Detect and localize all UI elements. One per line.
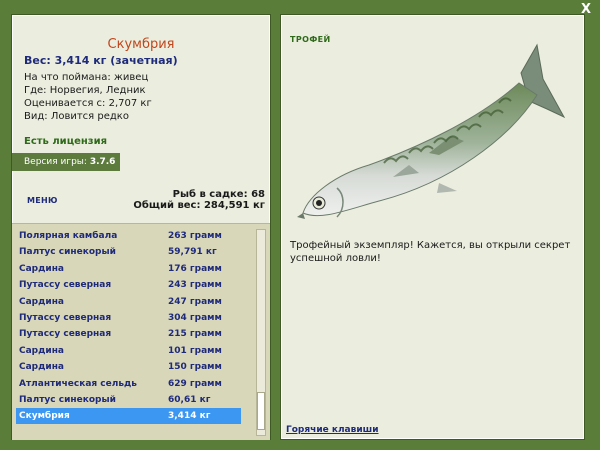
trophy-panel: ТРОФЕЙ Трофейный экземпляр! Кажется, вы … bbox=[280, 14, 585, 440]
menu-button[interactable]: МЕНЮ bbox=[27, 196, 58, 205]
fish-weight: Вес: 3,414 кг (зачетная) bbox=[24, 54, 178, 67]
catch-list-fish-name: Полярная камбала bbox=[19, 231, 118, 241]
species-info: Вид: Ловится редко bbox=[24, 111, 129, 122]
catch-list-fish-weight: 59,791 кг bbox=[168, 247, 217, 258]
catch-info-panel: Скумбрия Вес: 3,414 кг (зачетная) На что… bbox=[11, 14, 271, 440]
scrollbar-thumb[interactable] bbox=[257, 392, 265, 430]
catch-list-fish-weight: 215 грамм bbox=[168, 329, 222, 340]
catch-list-fish-name: Палтус синекорый bbox=[19, 395, 116, 405]
catch-list-fish-weight: 3,414 кг bbox=[168, 411, 211, 422]
version-label: Версия игры: bbox=[24, 157, 87, 167]
version-value: 3.7.6 bbox=[89, 157, 116, 167]
catch-list-row[interactable]: Путассу северная 215 грамм bbox=[16, 326, 241, 342]
mackerel-fish-image bbox=[297, 43, 566, 219]
scrollbar[interactable] bbox=[256, 229, 266, 436]
catch-list-fish-name: Скумбрия bbox=[19, 411, 70, 422]
catch-list-row[interactable]: Палтус синекорый 60,61 кг bbox=[16, 392, 241, 408]
catch-list-fish-weight: 247 грамм bbox=[168, 296, 222, 307]
catch-list-row[interactable]: Атлантическая сельдь 629 грамм bbox=[16, 376, 241, 392]
license-status: Есть лицензия bbox=[24, 136, 108, 147]
catch-list-row[interactable]: Полярная камбала 263 грамм bbox=[16, 228, 241, 244]
catch-list-fish-weight: 629 грамм bbox=[168, 378, 222, 389]
catch-list-fish-name: Сардина bbox=[19, 345, 64, 356]
catch-list-row[interactable]: Путассу северная 243 грамм bbox=[16, 277, 241, 293]
catch-list-row[interactable]: Сардина 101 грамм bbox=[16, 343, 241, 359]
trophy-message: Трофейный экземпляр! Кажется, вы открыли… bbox=[290, 240, 571, 264]
catch-list-fish-name: Сардина bbox=[19, 362, 64, 373]
catch-list-row[interactable]: Скумбрия 3,414 кг bbox=[16, 408, 241, 425]
catch-list-fish-name: Сардина bbox=[19, 263, 64, 274]
catch-list-fish-name: Путассу северная bbox=[19, 280, 112, 291]
catch-list[interactable]: Полярная камбала 263 грамм Палтус синекоры… bbox=[12, 223, 270, 440]
catch-list-row[interactable]: Сардина 247 грамм bbox=[16, 294, 241, 310]
catch-list-fish-weight: 176 грамм bbox=[168, 263, 222, 274]
value-info: Оценивается с: 2,707 кг bbox=[24, 98, 152, 109]
catch-list-row[interactable]: Сардина 176 грамм bbox=[16, 261, 241, 277]
catch-list-row[interactable]: Палтус синекорый 59,791 кг bbox=[16, 244, 241, 260]
fish-name: Скумбрия bbox=[107, 37, 175, 52]
catch-list-fish-weight: 60,61 кг bbox=[168, 395, 211, 405]
catch-list-fish-weight: 150 грамм bbox=[168, 362, 222, 373]
version-badge: Версия игры: 3.7.6 bbox=[12, 153, 120, 171]
catch-list-fish-name: Палтус синекорый bbox=[19, 247, 116, 258]
catch-list-fish-name: Путассу северная bbox=[19, 329, 112, 340]
total-weight: Общий вес: 284,591 кг bbox=[133, 200, 265, 211]
catch-list-fish-weight: 101 грамм bbox=[168, 345, 222, 356]
catch-list-fish-weight: 243 грамм bbox=[168, 280, 222, 291]
catch-list-fish-name: Сардина bbox=[19, 296, 64, 307]
catch-list-row[interactable]: Путассу северная 304 грамм bbox=[16, 310, 241, 326]
catch-list-fish-weight: 304 грамм bbox=[168, 313, 222, 323]
catch-list-fish-weight: 263 грамм bbox=[168, 231, 222, 241]
catch-list-fish-name: Атлантическая сельдь bbox=[19, 378, 137, 389]
catch-list-fish-name: Путассу северная bbox=[19, 313, 112, 323]
hotkeys-link[interactable]: Горячие клавиши bbox=[286, 425, 379, 435]
fish-count: Рыб в садке: 68 bbox=[172, 189, 265, 200]
catch-list-row[interactable]: Сардина 150 грамм bbox=[16, 359, 241, 375]
bait-info: На что поймана: живец bbox=[24, 72, 149, 83]
location-info: Где: Норвегия, Ледник bbox=[24, 85, 146, 96]
